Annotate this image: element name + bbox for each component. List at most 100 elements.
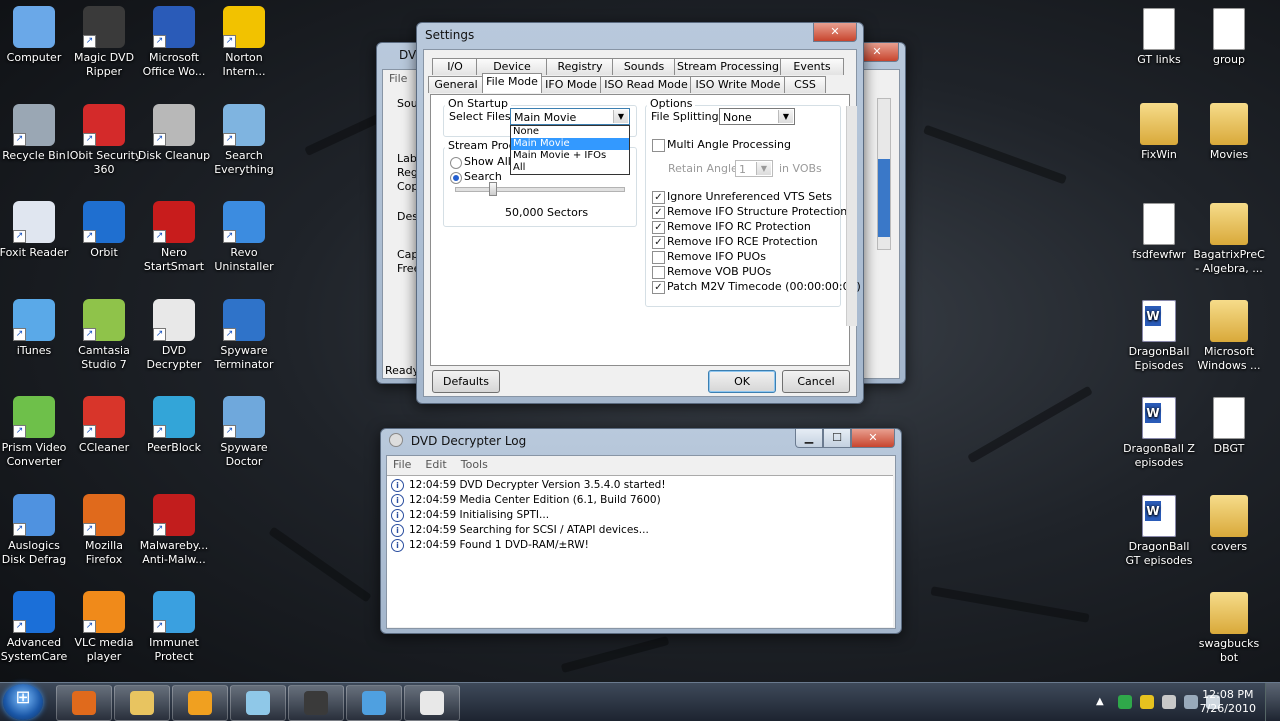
log-line[interactable]: i 12:04:59 DVD Decrypter Version 3.5.4.0 … (391, 478, 893, 493)
multi-angle-checkbox[interactable] (652, 139, 665, 152)
desktop-icon-norton-intern[interactable]: ↗ Norton Intern... (206, 6, 282, 79)
desktop-icon-advanced-systemcare[interactable]: ↗ Advanced SystemCare (0, 591, 72, 664)
log-close-button[interactable]: ✕ (851, 429, 895, 448)
remove-ifo-rc-protection-checkbox[interactable]: ✓ (652, 221, 665, 234)
desktop-icon-orbit[interactable]: ↗ Orbit (66, 201, 142, 260)
desktop-icon-revo-uninstaller[interactable]: ↗ Revo Uninstaller (206, 201, 282, 274)
desktop-icon-covers[interactable]: covers (1191, 495, 1267, 554)
file-splitting-dropdown[interactable]: None ▼ (719, 108, 795, 125)
cancel-button[interactable]: Cancel (782, 370, 850, 393)
desktop-icon-dragonball-episodes[interactable]: DragonBall Episodes (1121, 300, 1197, 373)
desktop-icon-spyware-terminator[interactable]: ↗ Spyware Terminator (206, 298, 282, 372)
log-line[interactable]: i 12:04:59 Initialising SPTI... (391, 508, 893, 523)
ignore-unreferenced-vts-sets-checkbox[interactable]: ✓ (652, 191, 665, 204)
log-line[interactable]: i 12:04:59 Media Center Edition (6.1, Bui… (391, 493, 893, 508)
desktop-icon-malwareby-anti-malw[interactable]: ↗ Malwareby... Anti-Malw... (136, 493, 212, 567)
taskbar-button-messenger[interactable] (346, 685, 402, 721)
clock[interactable]: 12:08 PM 7/26/2010 (1200, 688, 1256, 716)
tab-iso-write-mode[interactable]: ISO Write Mode (690, 76, 786, 93)
desktop-icon-vlc-media-player[interactable]: ↗ VLC media player (66, 591, 142, 664)
desktop-icon-microsoft-windows[interactable]: Microsoft Windows ... (1191, 300, 1267, 373)
taskbar-button-media-player[interactable] (172, 685, 228, 721)
desktop-icon-camtasia-studio-7[interactable]: ↗ Camtasia Studio 7 (66, 298, 142, 372)
desktop-icon-gt-links[interactable]: GT links (1121, 8, 1197, 67)
desktop-icon-magic-dvd-ripper[interactable]: ↗ Magic DVD Ripper (66, 6, 142, 79)
log-minimize-button[interactable]: ▁ (795, 429, 823, 448)
select-files-dropdown[interactable]: Main Movie ▼ (510, 108, 630, 125)
ok-button[interactable]: OK (708, 370, 776, 393)
tab-general[interactable]: General (428, 76, 484, 93)
option-all[interactable]: All (511, 162, 629, 174)
desktop-icon-spyware-doctor[interactable]: ↗ Spyware Doctor (206, 396, 282, 469)
desktop-icon-microsoft-office-wo[interactable]: ↗ Microsoft Office Wo... (136, 6, 212, 79)
option-none[interactable]: None (511, 126, 629, 138)
desktop-icon-foxit-reader[interactable]: ↗ Foxit Reader (0, 201, 72, 260)
desktop-icon-nero-startsmart[interactable]: ↗ Nero StartSmart (136, 201, 212, 274)
patch-m2v-timecode-00-00-00-00-checkbox[interactable]: ✓ (652, 281, 665, 294)
desktop-icon-prism-video-converter[interactable]: ↗ Prism Video Converter (0, 396, 72, 469)
option-main-movie-ifos[interactable]: Main Movie + IFOs (511, 150, 629, 162)
taskbar-button-camtasia-recorder[interactable] (288, 685, 344, 721)
start-button[interactable] (3, 684, 43, 720)
desktop-icon-itunes[interactable]: ↗ iTunes (0, 298, 72, 358)
taskbar-button-firefox[interactable] (56, 685, 112, 721)
desktop-icon-recycle-bin[interactable]: ↗ Recycle Bin (0, 103, 72, 163)
main-scrollbar[interactable] (877, 98, 891, 250)
desktop-icon-dragonball-z-episodes[interactable]: DragonBall Z episodes (1121, 397, 1197, 470)
sectors-slider-thumb[interactable] (489, 182, 497, 196)
tab-iso-read-mode[interactable]: ISO Read Mode (600, 76, 692, 93)
show-desktop-button[interactable] (1265, 683, 1280, 721)
settings-scrollbar[interactable] (846, 106, 857, 326)
desktop-icon-movies[interactable]: Movies (1191, 103, 1267, 162)
log-list[interactable]: i 12:04:59 DVD Decrypter Version 3.5.4.0 … (387, 475, 893, 627)
tray-green-icon[interactable] (1118, 695, 1132, 709)
desktop-icon-dbgt[interactable]: DBGT (1191, 397, 1267, 456)
taskbar-button-notes[interactable] (230, 685, 286, 721)
desktop-icon-group[interactable]: group (1191, 8, 1267, 67)
show-all-radio[interactable] (450, 157, 462, 169)
desktop-icon-iobit-security-360[interactable]: ↗ IObit Security 360 (66, 103, 142, 177)
tab-events[interactable]: Events (780, 58, 844, 75)
tab-ifo-mode[interactable]: IFO Mode (540, 76, 602, 93)
desktop-icon-auslogics-disk-defrag[interactable]: ↗ Auslogics Disk Defrag (0, 493, 72, 567)
tray-shield-icon[interactable] (1162, 695, 1176, 709)
tray-network-icon[interactable] (1184, 695, 1198, 709)
tab-sounds[interactable]: Sounds (612, 58, 676, 75)
desktop-icon-immunet-protect[interactable]: ↗ Immunet Protect (136, 591, 212, 664)
desktop-icon-search-everything[interactable]: ↗ Search Everything (206, 103, 282, 177)
tab-registry[interactable]: Registry (546, 58, 614, 75)
log-titlebar[interactable]: DVD Decrypter Log ▁ ☐ ✕ (381, 429, 901, 453)
remove-vob-puos-checkbox[interactable] (652, 266, 665, 279)
remove-ifo-rce-protection-checkbox[interactable]: ✓ (652, 236, 665, 249)
log-menu-file[interactable]: File (393, 458, 411, 471)
taskbar-button-dvd-decrypter[interactable] (404, 685, 460, 721)
desktop-icon-dvd-decrypter[interactable]: ↗ DVD Decrypter (136, 298, 212, 372)
tab-css[interactable]: CSS (784, 76, 826, 93)
desktop-icon-fsdfewfwr[interactable]: fsdfewfwr (1121, 203, 1197, 262)
settings-titlebar[interactable]: Settings ✕ (417, 23, 863, 47)
taskbar-button-folder[interactable] (114, 685, 170, 721)
desktop-icon-mozilla-firefox[interactable]: ↗ Mozilla Firefox (66, 493, 142, 567)
desktop-icon-dragonball-gt-episodes[interactable]: DragonBall GT episodes (1121, 495, 1197, 568)
remove-ifo-structure-protection-checkbox[interactable]: ✓ (652, 206, 665, 219)
defaults-button[interactable]: Defaults (432, 370, 500, 393)
tray-yellow-icon[interactable] (1140, 695, 1154, 709)
search-radio[interactable] (450, 172, 462, 184)
log-line[interactable]: i 12:04:59 Found 1 DVD-RAM/±RW! (391, 538, 893, 553)
log-menu-tools[interactable]: Tools (461, 458, 488, 471)
desktop-icon-swagbucks-bot[interactable]: swagbucks bot (1191, 592, 1267, 665)
desktop-icon-bagatrixprec-algebra[interactable]: BagatrixPreC - Algebra, ... (1191, 203, 1267, 276)
tab-file-mode[interactable]: File Mode (482, 73, 542, 93)
tab-stream-processing[interactable]: Stream Processing (674, 58, 782, 75)
sectors-slider-track[interactable] (455, 187, 625, 192)
retain-angle-dropdown[interactable]: 1 ▼ (735, 160, 773, 177)
desktop-icon-computer[interactable]: Computer (0, 6, 72, 65)
log-menu-edit[interactable]: Edit (425, 458, 446, 471)
log-line[interactable]: i 12:04:59 Searching for SCSI / ATAPI dev… (391, 523, 893, 538)
desktop-icon-ccleaner[interactable]: ↗ CCleaner (66, 396, 142, 455)
main-menu-file[interactable]: File (389, 72, 407, 85)
option-main-movie[interactable]: Main Movie (511, 138, 629, 150)
log-maximize-button[interactable]: ☐ (823, 429, 851, 448)
remove-ifo-puos-checkbox[interactable] (652, 251, 665, 264)
tray-up-arrow-icon[interactable]: ▲ (1096, 695, 1110, 709)
